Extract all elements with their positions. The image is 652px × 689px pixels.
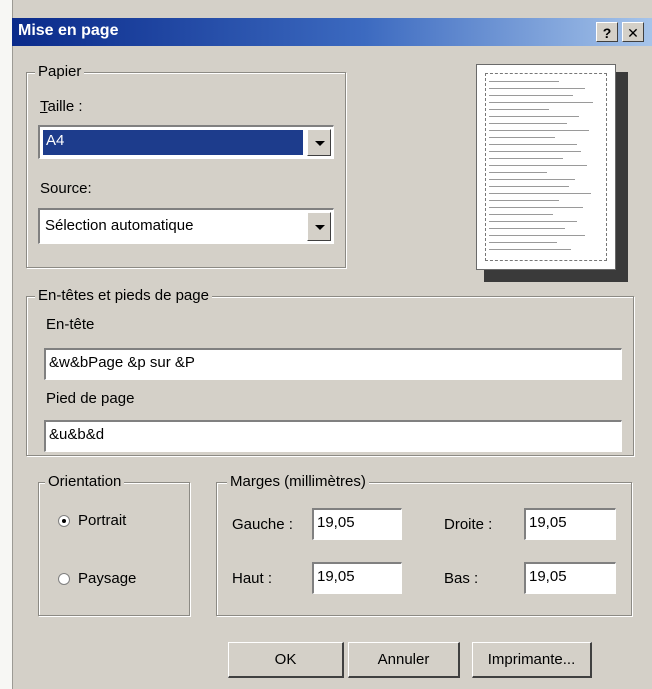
size-label: Taille : xyxy=(40,98,83,115)
left-margin-input[interactable]: 19,05 xyxy=(312,508,402,540)
landscape-label: Paysage xyxy=(78,570,137,587)
preview-text-line xyxy=(489,95,573,96)
preview-text-line xyxy=(489,235,585,236)
size-select[interactable]: A4 xyxy=(38,125,334,159)
footer-input[interactable]: &u&b&d xyxy=(44,420,622,452)
right-margin-input[interactable]: 19,05 xyxy=(524,508,616,540)
source-label: Source: xyxy=(40,180,92,197)
orientation-legend: Orientation xyxy=(45,473,125,491)
dialog-title: Mise en page xyxy=(18,22,119,39)
margins-legend: Marges (millimètres) xyxy=(227,473,369,491)
preview-text-line xyxy=(489,151,581,152)
preview-text-line xyxy=(489,172,547,173)
preview-text-line xyxy=(489,123,567,124)
help-button[interactable]: ? xyxy=(596,22,618,42)
bottom-margin-input[interactable]: 19,05 xyxy=(524,562,616,594)
preview-text-line xyxy=(489,207,583,208)
header-input[interactable]: &w&bPage &p sur &P xyxy=(44,348,622,380)
help-icon: ? xyxy=(602,25,612,41)
landscape-radio[interactable]: Paysage xyxy=(58,570,136,587)
preview-text-line xyxy=(489,200,559,201)
preview-text-line xyxy=(489,186,569,187)
preview-text-line xyxy=(489,228,565,229)
bottom-margin-label: Bas : xyxy=(444,570,479,587)
preview-text-line xyxy=(489,221,577,222)
preview-text-line xyxy=(489,179,575,180)
window-left-edge xyxy=(0,0,13,689)
title-bar[interactable]: Mise en page ? ✕ xyxy=(12,18,652,46)
ok-button[interactable]: OK xyxy=(228,642,344,678)
printer-button[interactable]: Imprimante... xyxy=(472,642,592,678)
preview-text-line xyxy=(489,109,549,110)
portrait-radio[interactable]: Portrait xyxy=(58,512,126,529)
header-label: En-tête xyxy=(46,316,95,333)
headers-legend: En-têtes et pieds de page xyxy=(35,287,212,305)
paper-legend: Papier xyxy=(35,63,85,81)
orientation-group: Orientation xyxy=(38,473,190,616)
source-select-value: Sélection automatique xyxy=(45,217,194,234)
preview-text-line xyxy=(489,165,587,166)
chevron-down-icon[interactable] xyxy=(307,212,331,241)
close-icon: ✕ xyxy=(627,25,639,41)
preview-text-line xyxy=(489,249,571,250)
preview-text-line xyxy=(489,158,563,159)
close-button[interactable]: ✕ xyxy=(622,22,644,42)
preview-text-line xyxy=(489,102,593,103)
footer-label: Pied de page xyxy=(46,390,135,407)
portrait-label: Portrait xyxy=(78,512,127,529)
preview-text-line xyxy=(489,242,557,243)
preview-text-line xyxy=(489,193,591,194)
source-select[interactable]: Sélection automatique xyxy=(38,208,334,244)
cancel-button[interactable]: Annuler xyxy=(348,642,460,678)
right-margin-label: Droite : xyxy=(444,516,493,533)
preview-text-line xyxy=(489,137,555,138)
radio-selected-icon[interactable] xyxy=(58,514,70,527)
top-margin-input[interactable]: 19,05 xyxy=(312,562,402,594)
page-preview xyxy=(476,64,616,270)
preview-text-line xyxy=(489,144,577,145)
preview-text-line xyxy=(489,130,589,131)
size-select-value: A4 xyxy=(43,130,303,155)
preview-text-line xyxy=(489,81,559,82)
chevron-down-icon[interactable] xyxy=(307,129,331,156)
preview-text-line xyxy=(489,88,585,89)
margins-group: Marges (millimètres) xyxy=(216,473,632,616)
preview-text-line xyxy=(489,214,553,215)
left-margin-label: Gauche : xyxy=(232,516,293,533)
size-label-text: aille : xyxy=(47,98,83,115)
radio-empty-icon[interactable] xyxy=(58,572,70,585)
top-margin-label: Haut : xyxy=(232,570,273,587)
preview-text-line xyxy=(489,116,579,117)
